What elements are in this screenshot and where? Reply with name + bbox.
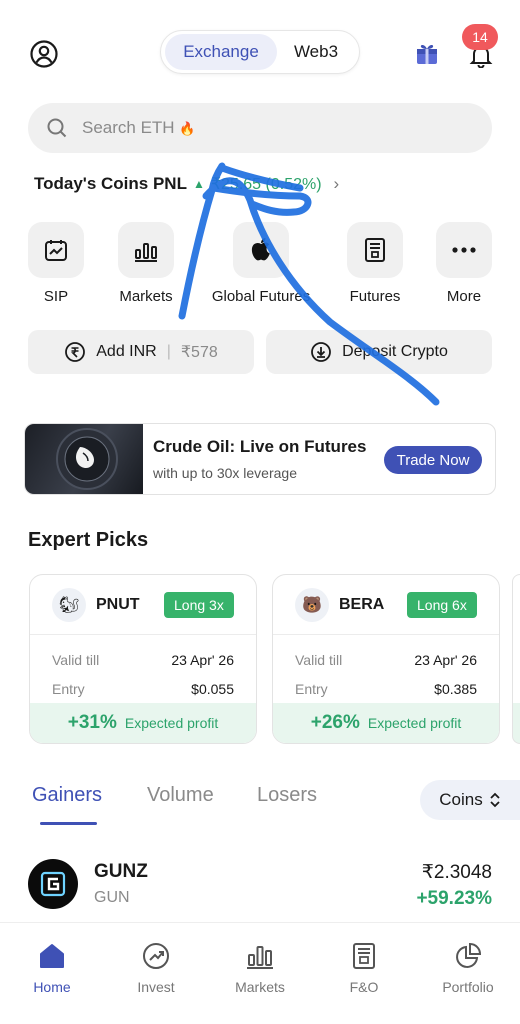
nav-label: Markets (235, 979, 285, 995)
pnl-value: ₹25.65 (0.52%) (210, 176, 322, 193)
nav-label: F&O (349, 979, 379, 995)
quick-action-global-futures[interactable]: Global Futures (212, 222, 310, 322)
search-bar[interactable]: Search ETH 🔥 (28, 103, 492, 153)
banner-subtitle: with up to 30x leverage (153, 465, 297, 481)
sip-icon (45, 240, 67, 261)
bottom-nav: Home Invest Markets F&O Portfolio (0, 922, 520, 1024)
rupee-circle-icon (65, 342, 86, 362)
valid-till-value: 23 Apr' 26 (171, 651, 234, 668)
invest-icon (143, 943, 169, 969)
quick-action-more[interactable]: More (419, 222, 509, 322)
segment-web3[interactable]: Web3 (277, 34, 355, 70)
fire-icon: 🔥 (179, 121, 196, 136)
nav-portfolio[interactable]: Portfolio (416, 923, 520, 1024)
futures-doc-icon (365, 238, 385, 262)
expert-pick-card[interactable]: 🐿 PNUT Long 3x Valid till 23 Apr' 26 Entr… (29, 574, 257, 744)
coin-change: +59.23% (416, 888, 492, 909)
next-card-peek[interactable] (512, 574, 520, 744)
inr-balance: ₹578 (180, 344, 218, 361)
banner-title: Crude Oil: Live on Futures (153, 437, 367, 456)
segment-exchange[interactable]: Exchange (165, 34, 277, 70)
deposit-crypto-button[interactable]: Deposit Crypto (266, 330, 492, 374)
expected-profit-label: Expected profit (367, 715, 462, 731)
add-inr-button[interactable]: Add INR | ₹578 (28, 330, 254, 374)
nav-label: Home (33, 979, 71, 995)
coin-price: ₹2.3048 (421, 862, 492, 883)
gift-icon[interactable] (412, 38, 442, 68)
expected-profit-value: +31% (67, 712, 117, 733)
notification-badge: 14 (462, 24, 498, 50)
portfolio-icon (456, 942, 482, 968)
add-inr-label: Add INR (96, 343, 157, 360)
chevron-right-icon: › (333, 174, 340, 193)
quick-action-label: Markets (119, 288, 173, 305)
quick-action-label: Global Futures (211, 288, 311, 305)
tab-volume[interactable]: Volume (147, 784, 214, 807)
fno-icon (353, 943, 375, 969)
quick-action-label: SIP (43, 288, 69, 305)
entry-label: Entry (295, 680, 328, 697)
valid-till-label: Valid till (295, 651, 343, 668)
expert-pick-card[interactable]: 🐻 BERA Long 6x Valid till 23 Apr' 26 Entr… (272, 574, 500, 744)
coins-selector-label: Coins (439, 790, 483, 809)
trade-now-button[interactable]: Trade Now (384, 446, 482, 474)
download-circle-icon (311, 342, 331, 362)
coin-ticker: GUN (94, 889, 130, 906)
tab-gainers[interactable]: Gainers (32, 784, 102, 807)
expert-picks-title: Expert Picks (28, 529, 149, 551)
quick-action-sip[interactable]: SIP (11, 222, 101, 322)
entry-value: $0.385 (434, 680, 477, 697)
coins-pnl-row[interactable]: Today's Coins PNL ▲ ₹25.65 (0.52%) › (34, 174, 339, 194)
home-icon (40, 944, 64, 968)
divider: | (166, 343, 171, 360)
nav-invest[interactable]: Invest (104, 923, 208, 1024)
quick-action-futures[interactable]: Futures (330, 222, 420, 322)
quick-action-label: More (446, 288, 482, 305)
tab-losers[interactable]: Losers (257, 784, 317, 807)
more-dots-icon (452, 247, 476, 253)
valid-till-label: Valid till (52, 651, 100, 668)
nav-markets[interactable]: Markets (208, 923, 312, 1024)
coin-name[interactable]: GUNZ (94, 861, 148, 883)
valid-till-value: 23 Apr' 26 (414, 651, 477, 668)
markets-chart-icon (135, 243, 157, 262)
search-icon (47, 118, 67, 138)
exchange-web3-toggle: Exchange Web3 (160, 30, 360, 74)
quick-action-markets[interactable]: Markets (101, 222, 191, 322)
gunz-coin-icon (28, 859, 78, 909)
search-placeholder: Search ETH (82, 118, 175, 137)
coin-symbol: PNUT (96, 595, 140, 613)
profile-icon[interactable] (28, 38, 60, 70)
expected-profit-label: Expected profit (124, 715, 219, 731)
oil-drop-logo (25, 424, 143, 494)
up-arrow-icon: ▲ (192, 177, 205, 191)
nav-fno[interactable]: F&O (312, 923, 416, 1024)
nav-label: Portfolio (442, 979, 494, 995)
coins-selector[interactable]: Coins (420, 780, 520, 820)
nav-label: Invest (137, 979, 175, 995)
deposit-crypto-label: Deposit Crypto (342, 343, 448, 360)
markets-icon (247, 946, 273, 969)
leverage-badge: Long 6x (407, 591, 477, 618)
apple-icon (251, 238, 270, 261)
active-tab-indicator (40, 822, 97, 825)
up-down-chevron-icon (490, 792, 500, 808)
expected-profit-value: +26% (310, 712, 360, 733)
entry-label: Entry (52, 680, 85, 697)
quick-action-label: Futures (349, 288, 401, 305)
coin-symbol: BERA (339, 595, 385, 613)
leverage-badge: Long 3x (164, 591, 234, 618)
bera-coin-icon: 🐻 (295, 587, 329, 622)
nav-home[interactable]: Home (0, 923, 104, 1024)
pnl-label: Today's Coins PNL (34, 174, 187, 193)
pnut-coin-icon: 🐿 (52, 587, 86, 622)
entry-value: $0.055 (191, 680, 234, 697)
